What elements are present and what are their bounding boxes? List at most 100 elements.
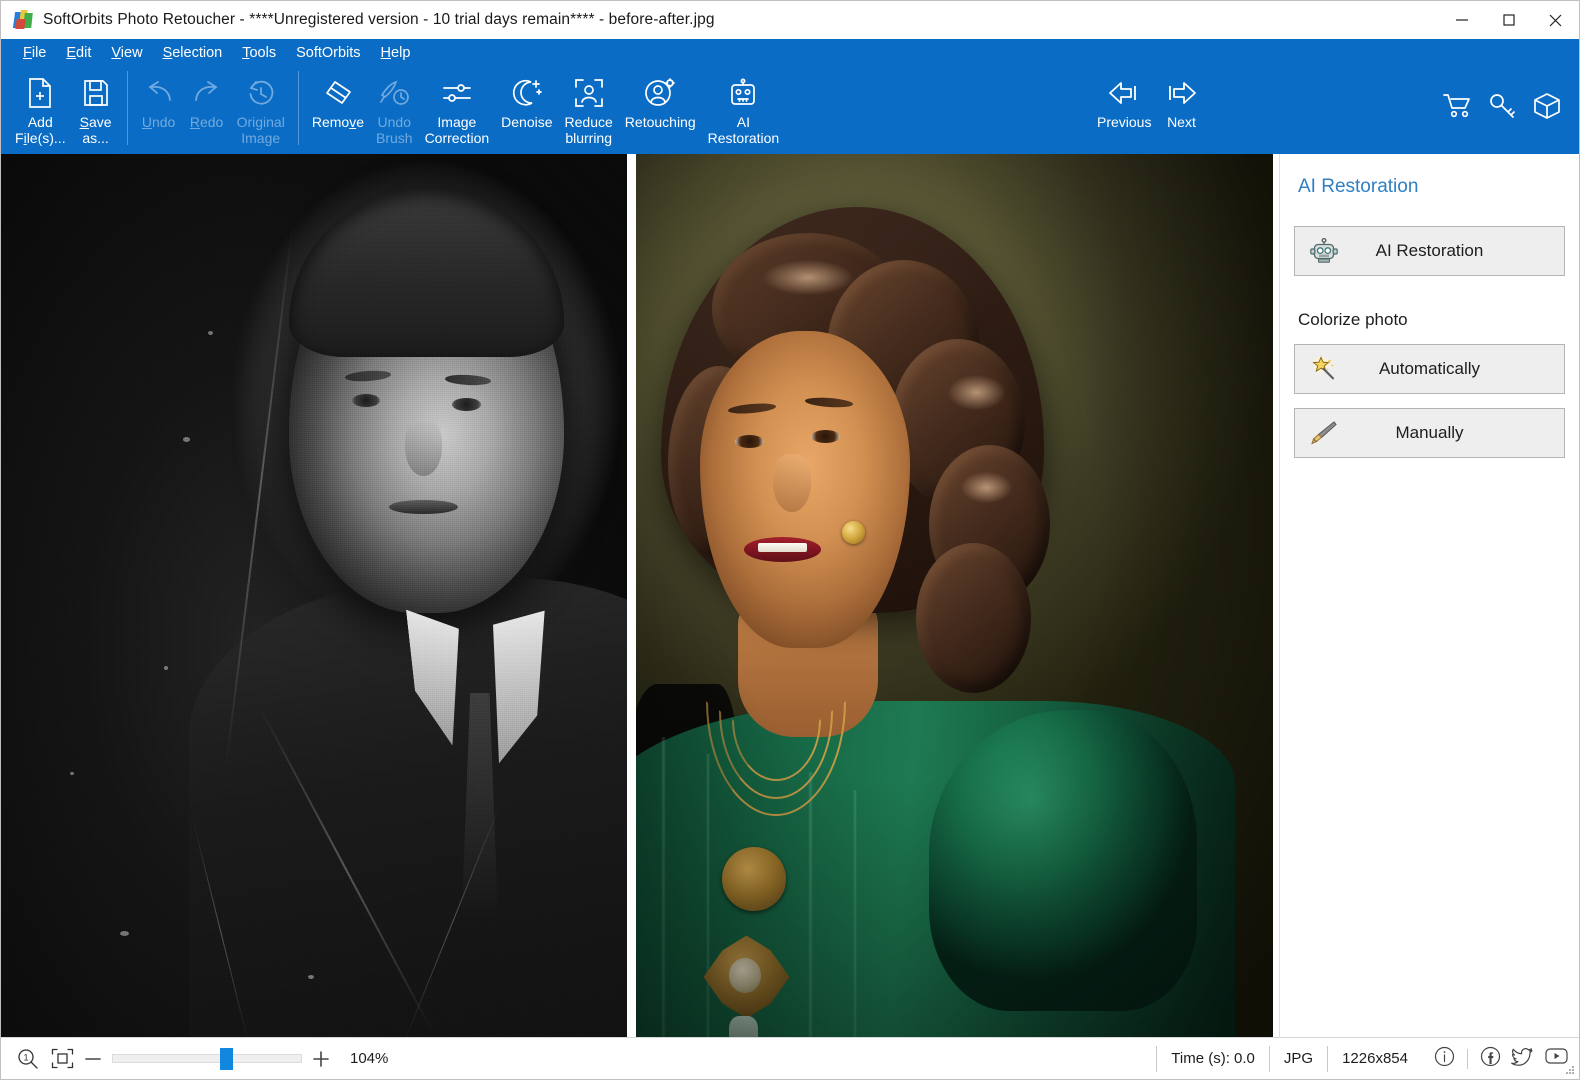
menu-view[interactable]: View bbox=[101, 42, 152, 64]
status-social-separator bbox=[1467, 1049, 1468, 1069]
svg-text:1: 1 bbox=[23, 1052, 28, 1062]
color-portrait-vignette bbox=[636, 154, 1273, 1037]
sliders-icon bbox=[441, 74, 473, 112]
moon-sparkle-icon bbox=[511, 74, 543, 112]
add-file-icon bbox=[26, 74, 54, 112]
save-as-label: Saveas... bbox=[80, 115, 112, 146]
fit-to-window-icon[interactable] bbox=[51, 1048, 74, 1069]
zoom-out-button[interactable] bbox=[80, 1050, 106, 1068]
status-dimensions-field: 1226x854 bbox=[1327, 1046, 1422, 1072]
eraser-icon bbox=[322, 74, 354, 112]
sidebar-manually-button[interactable]: Manually bbox=[1294, 408, 1565, 458]
maximize-button[interactable] bbox=[1485, 1, 1532, 39]
undo-arrow-icon bbox=[144, 74, 174, 112]
shopping-cart-icon[interactable] bbox=[1443, 93, 1473, 124]
sidebar-colorize-section-label: Colorize photo bbox=[1298, 310, 1565, 330]
resize-grip[interactable] bbox=[1566, 1066, 1576, 1076]
remove-button[interactable]: Remove bbox=[306, 66, 370, 154]
toolbar-group-file: AddFile(s)... Saveas... bbox=[9, 66, 120, 154]
right-sidebar: AI Restoration AI Restorati bbox=[1279, 154, 1579, 1037]
ai-restoration-button[interactable]: AIRestoration bbox=[702, 66, 786, 154]
paint-brush-icon bbox=[1301, 420, 1347, 446]
menu-help[interactable]: Help bbox=[371, 42, 421, 64]
retouching-button[interactable]: Retouching bbox=[619, 66, 702, 154]
key-icon[interactable] bbox=[1489, 93, 1517, 124]
next-button[interactable]: Next bbox=[1157, 66, 1205, 154]
softorbits-logo-icon bbox=[13, 10, 33, 30]
undo-label: Undo bbox=[142, 115, 175, 131]
zoom-1-to-1-icon[interactable]: 1 bbox=[17, 1048, 39, 1070]
person-focus-frame-icon bbox=[574, 74, 604, 112]
main-area: AI Restoration AI Restorati bbox=[1, 154, 1579, 1037]
menu-softorbits[interactable]: SoftOrbits bbox=[286, 42, 370, 64]
window-controls bbox=[1438, 1, 1579, 39]
denoise-label: Denoise bbox=[501, 115, 552, 131]
navigation-group: Previous Next bbox=[1091, 66, 1205, 154]
undo-button[interactable]: Undo bbox=[135, 66, 183, 154]
image-correction-button[interactable]: ImageCorrection bbox=[419, 66, 496, 154]
redo-button[interactable]: Redo bbox=[183, 66, 231, 154]
arrow-left-bar-icon bbox=[1107, 74, 1141, 112]
menu-view-rest: iew bbox=[121, 45, 143, 61]
status-bar-right: Time (s): 0.0 JPG 1226x854 bbox=[1156, 1046, 1569, 1072]
toolbar-group-history: Undo Redo OriginalImage bbox=[135, 66, 291, 154]
menu-edit[interactable]: Edit bbox=[56, 42, 101, 64]
menu-edit-rest: dit bbox=[76, 45, 91, 61]
original-image-label: OriginalImage bbox=[237, 115, 285, 146]
menu-tools-rest: ools bbox=[249, 45, 276, 61]
status-time-field: Time (s): 0.0 bbox=[1156, 1046, 1269, 1072]
brush-clock-icon bbox=[378, 74, 410, 112]
close-button[interactable] bbox=[1532, 1, 1579, 39]
reduce-blurring-label: Reduceblurring bbox=[565, 115, 613, 146]
package-box-icon[interactable] bbox=[1533, 92, 1561, 125]
image-correction-label: ImageCorrection bbox=[425, 115, 490, 146]
previous-label: Previous bbox=[1097, 115, 1151, 131]
menu-bar: File Edit View Selection Tools SoftOrbit… bbox=[1, 39, 1579, 66]
toolbar-group-tools: Remove UndoBrush ImageCo bbox=[306, 66, 785, 154]
sidebar-title: AI Restoration bbox=[1298, 176, 1565, 198]
toolbar-separator-1 bbox=[127, 71, 128, 145]
zoom-percent-value: 104% bbox=[350, 1050, 402, 1067]
facebook-icon[interactable] bbox=[1480, 1046, 1501, 1072]
remove-label: Remove bbox=[312, 115, 364, 131]
menu-file-rest: ile bbox=[32, 45, 47, 61]
add-files-label: AddFile(s)... bbox=[15, 115, 66, 146]
menu-tools[interactable]: Tools bbox=[232, 42, 286, 64]
toolbar-right-icons bbox=[1443, 92, 1561, 125]
add-files-button[interactable]: AddFile(s)... bbox=[9, 66, 72, 154]
original-image-button[interactable]: OriginalImage bbox=[231, 66, 291, 154]
zoom-slider-thumb[interactable] bbox=[220, 1048, 233, 1070]
twitter-icon[interactable] bbox=[1511, 1046, 1534, 1072]
menu-selection[interactable]: Selection bbox=[153, 42, 233, 64]
info-icon[interactable] bbox=[1434, 1046, 1455, 1072]
sidebar-automatically-button[interactable]: Automatically bbox=[1294, 344, 1565, 394]
magic-wand-icon bbox=[1301, 356, 1347, 382]
minimize-button[interactable] bbox=[1438, 1, 1485, 39]
application-window: SoftOrbits Photo Retoucher - ****Unregis… bbox=[0, 0, 1580, 1080]
image-canvas[interactable] bbox=[1, 154, 1279, 1037]
zoom-slider[interactable] bbox=[112, 1052, 302, 1066]
zoom-slider-track bbox=[112, 1054, 302, 1063]
undo-brush-label: UndoBrush bbox=[376, 115, 413, 146]
reduce-blurring-button[interactable]: Reduceblurring bbox=[559, 66, 619, 154]
status-format-field: JPG bbox=[1269, 1046, 1327, 1072]
undo-brush-button[interactable]: UndoBrush bbox=[370, 66, 419, 154]
status-social-icons bbox=[1422, 1046, 1569, 1072]
bw-portrait-film-grain bbox=[1, 154, 627, 1037]
window-title: SoftOrbits Photo Retoucher - ****Unregis… bbox=[43, 11, 715, 29]
retouching-label: Retouching bbox=[625, 115, 696, 131]
after-image-colorized-portrait[interactable] bbox=[636, 154, 1273, 1037]
robot-icon bbox=[1301, 238, 1347, 264]
sidebar-ai-restoration-button[interactable]: AI Restoration bbox=[1294, 226, 1565, 276]
arrow-right-bar-icon bbox=[1164, 74, 1198, 112]
zoom-in-button[interactable] bbox=[308, 1050, 334, 1068]
save-as-icon bbox=[82, 74, 110, 112]
toolbar: AddFile(s)... Saveas... Undo bbox=[1, 66, 1579, 154]
redo-arrow-icon bbox=[192, 74, 222, 112]
robot-icon bbox=[728, 74, 758, 112]
save-as-button[interactable]: Saveas... bbox=[72, 66, 120, 154]
menu-file[interactable]: File bbox=[13, 42, 56, 64]
denoise-button[interactable]: Denoise bbox=[495, 66, 558, 154]
before-image-bw-portrait[interactable] bbox=[1, 154, 627, 1037]
previous-button[interactable]: Previous bbox=[1091, 66, 1157, 154]
